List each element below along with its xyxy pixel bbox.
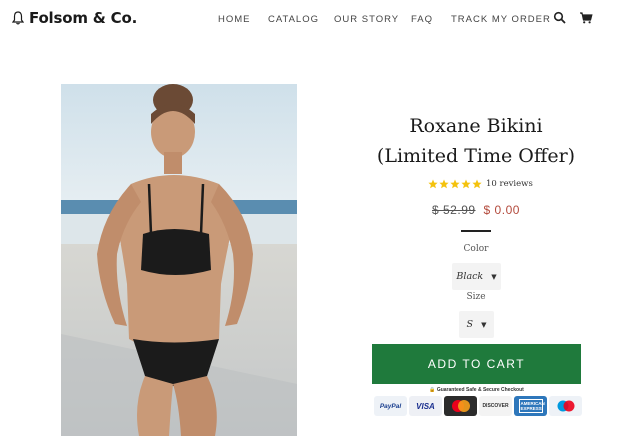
logo-text: Folsom & Co. bbox=[29, 9, 138, 27]
star-rating bbox=[428, 179, 482, 189]
divider bbox=[461, 230, 491, 232]
product-image[interactable] bbox=[61, 84, 297, 436]
paypal-label: PayPal bbox=[379, 402, 402, 410]
nav-our-story[interactable]: OUR STORY bbox=[334, 14, 399, 25]
visa-icon: VISA bbox=[409, 396, 442, 416]
star-icon bbox=[450, 179, 460, 189]
add-to-cart-button[interactable]: ADD TO CART bbox=[372, 344, 581, 384]
discover-label: DISCOVER bbox=[482, 403, 509, 409]
price-block: $ 52.99 $ 0.00 bbox=[432, 203, 520, 217]
discover-icon: DISCOVER bbox=[479, 396, 512, 416]
color-label: Color bbox=[463, 244, 489, 254]
secure-checkout-text: 🔒 Guaranteed Safe & Secure Checkout bbox=[372, 387, 581, 393]
star-icon bbox=[439, 179, 449, 189]
color-select[interactable]: Black ▼ bbox=[452, 263, 501, 290]
maestro-icon bbox=[549, 396, 582, 416]
product-title: Roxane Bikini (Limited Time Offer) bbox=[360, 111, 592, 171]
star-icon bbox=[428, 179, 438, 189]
size-label: Size bbox=[466, 292, 486, 302]
secure-checkout-label: Guaranteed Safe & Secure Checkout bbox=[436, 387, 524, 393]
visa-label: VISA bbox=[416, 401, 435, 411]
paypal-icon: PayPal bbox=[374, 396, 407, 416]
amex-icon: AMERICAN EXPRESS bbox=[514, 396, 547, 416]
search-icon[interactable] bbox=[553, 11, 567, 25]
bell-logo-icon bbox=[12, 11, 24, 25]
sale-price: $ 0.00 bbox=[483, 203, 520, 217]
nav-track-my-order[interactable]: TRACK MY ORDER bbox=[451, 14, 551, 25]
size-select[interactable]: S ▼ bbox=[459, 311, 494, 338]
maestro-logo bbox=[557, 400, 574, 412]
product-title-line2: (Limited Time Offer) bbox=[376, 145, 576, 167]
product-title-line1: Roxane Bikini bbox=[409, 115, 543, 137]
lock-icon: 🔒 bbox=[429, 387, 436, 393]
product-rating[interactable]: 10 reviews bbox=[428, 179, 533, 189]
star-icon bbox=[461, 179, 471, 189]
nav-home[interactable]: HOME bbox=[218, 14, 251, 25]
store-logo[interactable]: Folsom & Co. bbox=[12, 9, 137, 27]
star-icon bbox=[472, 179, 482, 189]
mastercard-icon bbox=[444, 396, 477, 416]
product-photo-illustration bbox=[61, 84, 297, 436]
reviews-count[interactable]: 10 reviews bbox=[486, 179, 533, 189]
amex-label: AMERICAN EXPRESS bbox=[518, 399, 545, 413]
payment-icons: PayPal VISA DISCOVER AMERICAN EXPRESS bbox=[374, 396, 582, 416]
caret-down-icon: ▼ bbox=[481, 320, 487, 329]
size-select-value: S bbox=[466, 319, 474, 330]
nav-faq[interactable]: FAQ bbox=[411, 14, 433, 25]
nav-catalog[interactable]: CATALOG bbox=[268, 14, 319, 25]
cart-icon[interactable] bbox=[579, 11, 593, 25]
caret-down-icon: ▼ bbox=[491, 272, 497, 281]
color-select-value: Black bbox=[456, 271, 484, 282]
compare-at-price: $ 52.99 bbox=[432, 203, 476, 217]
mastercard-logo bbox=[451, 400, 470, 412]
